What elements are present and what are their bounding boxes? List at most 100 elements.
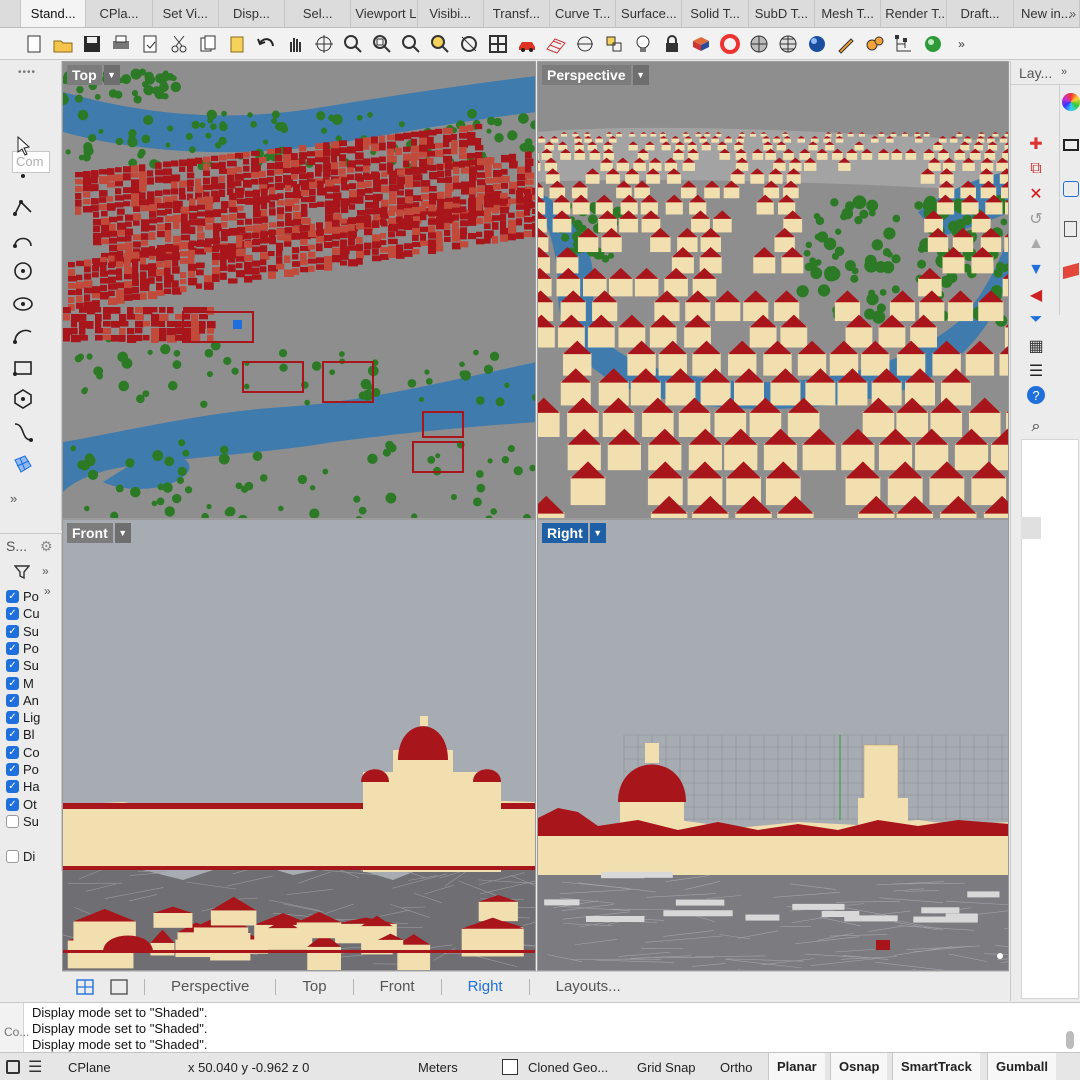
panel-toggle-icon[interactable]: [6, 1059, 20, 1074]
menu-icon[interactable]: ☰: [1025, 360, 1047, 382]
move-up-icon[interactable]: ▲: [1025, 233, 1047, 255]
osnap-toggle[interactable]: Osnap: [830, 1053, 888, 1080]
rendered-sphere-icon[interactable]: [803, 30, 830, 57]
toolbar-tab[interactable]: Transf...: [484, 0, 551, 27]
move-left-icon[interactable]: ◀: [1025, 284, 1047, 306]
settings-gears-icon[interactable]: [861, 30, 888, 57]
arc-icon[interactable]: [10, 323, 36, 349]
filter-item[interactable]: ✓ Su: [6, 657, 39, 674]
filter-icon[interactable]: ⏷: [1025, 309, 1047, 331]
ortho-toggle[interactable]: Ortho: [720, 1060, 753, 1075]
scrollbar[interactable]: [1021, 517, 1041, 539]
checkbox[interactable]: ✓: [6, 728, 19, 742]
panel-title[interactable]: S...: [6, 538, 27, 554]
page-icon[interactable]: [1064, 221, 1077, 237]
import-icon[interactable]: [136, 30, 163, 57]
select-arrow-icon[interactable]: [10, 133, 36, 159]
zoom-icon[interactable]: [339, 30, 366, 57]
filter-icon[interactable]: [13, 564, 31, 583]
toolbar-tab[interactable]: Stand...: [20, 0, 87, 27]
filter-item[interactable]: ✓ M: [6, 675, 34, 692]
pen-icon[interactable]: [832, 30, 859, 57]
shaded-sphere-icon[interactable]: [745, 30, 772, 57]
print-icon[interactable]: [107, 30, 134, 57]
checkbox[interactable]: ✓: [6, 711, 19, 725]
cut-icon[interactable]: [165, 30, 192, 57]
filter-item[interactable]: ✓ Po: [6, 588, 39, 605]
checkbox[interactable]: ✓: [6, 607, 19, 621]
drag-grip[interactable]: ••••: [18, 67, 36, 78]
light-icon[interactable]: [600, 30, 627, 57]
save-icon[interactable]: [78, 30, 105, 57]
material-icon[interactable]: [687, 30, 714, 57]
chevron-down-icon[interactable]: ▼: [114, 523, 131, 543]
checkbox[interactable]: ✓: [6, 763, 19, 776]
checkbox[interactable]: ✓: [6, 590, 19, 603]
viewport-tab[interactable]: Layouts...: [528, 978, 647, 995]
toolbar-tab[interactable]: Solid T...: [682, 0, 749, 27]
help-icon[interactable]: ?: [1027, 386, 1045, 404]
rotate-view-icon[interactable]: [310, 30, 337, 57]
color-wheel-icon[interactable]: [716, 30, 743, 57]
gear-icon[interactable]: ⚙: [40, 538, 53, 555]
curve-icon[interactable]: [10, 227, 36, 253]
lock-icon[interactable]: [658, 30, 685, 57]
viewport-tab[interactable]: Front: [352, 978, 441, 995]
copy-icon[interactable]: [194, 30, 221, 57]
toolbar-tab[interactable]: Curve T...: [550, 0, 617, 27]
cplane-icon[interactable]: [571, 30, 598, 57]
more-tools-icon[interactable]: »: [10, 491, 17, 506]
freeform-curve-icon[interactable]: [10, 419, 36, 445]
filter-item[interactable]: ✓ Su: [6, 623, 39, 640]
help-panel-icon[interactable]: [1063, 181, 1079, 197]
cplane-label[interactable]: CPlane: [68, 1060, 111, 1075]
point-icon[interactable]: [10, 163, 36, 189]
chevron-down-icon[interactable]: ▼: [632, 65, 649, 85]
smarttrack-toggle[interactable]: SmartTrack: [892, 1053, 980, 1080]
checkbox[interactable]: ✓: [6, 676, 19, 690]
new-sublayer-icon[interactable]: ⧉: [1025, 158, 1047, 180]
more-tools-icon[interactable]: »: [948, 30, 975, 57]
viewport-tab[interactable]: Top: [275, 978, 352, 995]
filter-item[interactable]: Su: [6, 813, 39, 830]
wireframe-sphere-icon[interactable]: [774, 30, 801, 57]
layer-color-swatch[interactable]: [502, 1059, 518, 1075]
four-viewports-icon[interactable]: [484, 30, 511, 57]
delete-icon[interactable]: ✕: [1025, 183, 1047, 205]
toolbar-tab[interactable]: Surface...: [616, 0, 683, 27]
checkbox[interactable]: [6, 814, 19, 828]
checkbox[interactable]: ✓: [6, 745, 19, 759]
layer-stack-icon[interactable]: [1063, 262, 1079, 280]
display-icon[interactable]: [1063, 139, 1079, 151]
toolbar-tab[interactable]: Set Vi...: [153, 0, 219, 27]
toolbar-tab[interactable]: Viewport L...: [351, 0, 418, 27]
current-layer[interactable]: Cloned Geo...: [528, 1060, 608, 1075]
checkbox[interactable]: ✓: [6, 624, 19, 638]
command-panel-tab[interactable]: Co...: [0, 1003, 29, 1053]
viewport-label-perspective[interactable]: Perspective ▼: [542, 65, 649, 85]
chevron-right-icon[interactable]: »: [1061, 66, 1067, 78]
polygon-icon[interactable]: [10, 386, 36, 412]
checkbox[interactable]: ✓: [6, 693, 19, 707]
viewport-perspective[interactable]: Perspective ▼: [537, 61, 1009, 519]
new-file-icon[interactable]: [20, 30, 47, 57]
table-icon[interactable]: ▦: [1025, 335, 1047, 357]
viewport-tab[interactable]: Perspective: [144, 978, 275, 995]
filter-item[interactable]: ✓ Lig: [6, 709, 40, 726]
zoom-selected-icon[interactable]: [426, 30, 453, 57]
search-icon[interactable]: ⌕: [1025, 416, 1047, 438]
toolbar-tab[interactable]: SubD T...: [749, 0, 815, 27]
four-viewports-icon[interactable]: [74, 978, 96, 996]
open-folder-icon[interactable]: [49, 30, 76, 57]
viewport-label-front[interactable]: Front ▼: [67, 523, 131, 543]
network-icon[interactable]: [890, 30, 917, 57]
toolbar-tab[interactable]: Mesh T...: [815, 0, 882, 27]
viewport-right[interactable]: Right ▼: [537, 519, 1009, 971]
toolbar-tab[interactable]: Visibi...: [418, 0, 484, 27]
new-layer-icon[interactable]: ✚: [1025, 133, 1047, 155]
color-wheel-icon[interactable]: [1062, 93, 1080, 111]
filter-item[interactable]: ✓ Co: [6, 744, 40, 761]
gumball-toggle[interactable]: Gumball: [987, 1053, 1057, 1080]
viewport-label-right[interactable]: Right ▼: [542, 523, 606, 543]
viewport-title[interactable]: Top: [67, 65, 102, 85]
